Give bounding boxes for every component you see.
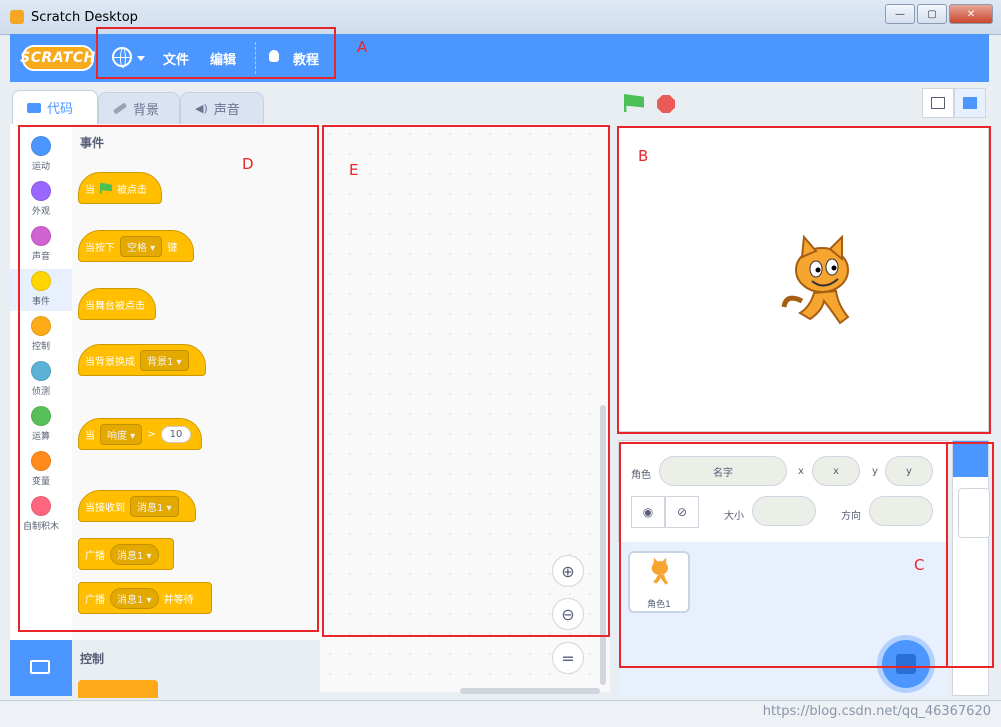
annotation-label-a: A [357,38,368,56]
tab-sounds-label: 声音 [213,103,240,118]
annotation-label-c: C [914,556,925,574]
large-stage-icon [963,97,977,109]
extension-icon [30,660,50,674]
annotation-box-c [619,442,948,668]
app-icon [10,10,24,24]
tab-backdrops[interactable]: 背景 [98,92,180,124]
tab-backdrops-label: 背景 [133,103,160,118]
annotation-label-e: E [349,161,359,179]
tab-code[interactable]: 代码 [12,90,98,124]
maximize-button[interactable]: ▢ [917,4,947,24]
annotation-box-a [96,27,336,79]
speaker-icon: ◀) [195,102,208,115]
annotation-box-c-right [946,442,994,668]
window-controls: — ▢ ✕ [885,4,993,24]
close-button[interactable]: ✕ [949,4,993,24]
green-flag-button[interactable] [624,94,644,112]
block-wait[interactable] [78,680,158,698]
annotation-box-d [18,125,319,632]
window-title: Scratch Desktop [31,10,138,25]
annotation-label-b: B [638,147,649,165]
watermark-text: https://blog.csdn.net/qq_46367620 [762,704,991,719]
large-stage-button[interactable] [954,88,986,118]
scratch-logo[interactable]: SCRATCH [20,45,95,71]
annotation-label-d: D [242,155,254,173]
stop-button[interactable] [657,95,675,113]
tab-code-label: 代码 [47,102,74,117]
small-stage-button[interactable] [922,88,954,118]
code-icon [27,102,41,113]
brush-icon [112,102,128,115]
add-extension-button[interactable] [10,640,72,696]
zoom-reset-button[interactable]: = [552,642,584,674]
control-heading: 控制 [80,652,105,666]
minimize-button[interactable]: — [885,4,915,24]
annotation-box-b [617,126,991,434]
horizontal-scrollbar[interactable] [460,688,600,694]
small-stage-icon [931,97,945,109]
tab-sounds[interactable]: ◀) 声音 [180,92,264,124]
annotation-box-e [322,125,610,637]
